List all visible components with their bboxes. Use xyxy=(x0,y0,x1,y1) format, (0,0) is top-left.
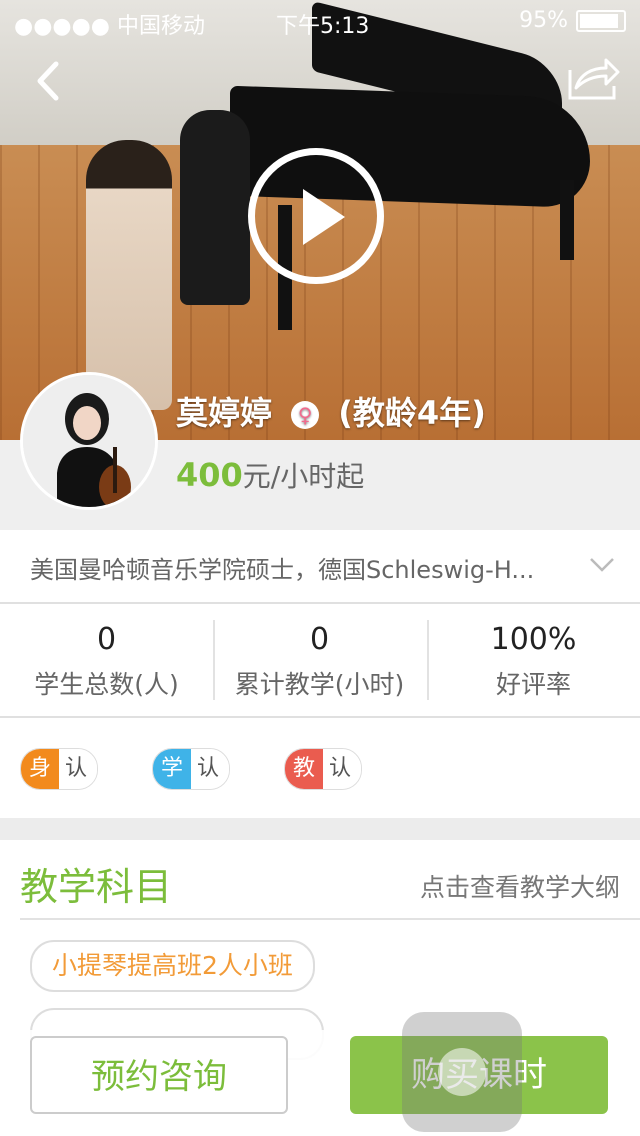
identity-badge: 身份 认证 xyxy=(20,748,99,790)
clock: 下午5:13 xyxy=(276,14,370,39)
share-icon[interactable] xyxy=(566,54,620,102)
stat-value: 0 xyxy=(309,622,330,657)
status-right: 95% xyxy=(519,8,626,33)
stat-value: 100% xyxy=(490,622,577,657)
violinist-figure xyxy=(86,140,172,410)
bio-row[interactable]: 美国曼哈顿音乐学院硕士，德国Schleswig-H... xyxy=(0,530,640,604)
section-gap xyxy=(0,818,640,840)
assistive-touch-icon[interactable] xyxy=(402,1012,522,1132)
female-icon: ♀ xyxy=(291,401,320,429)
subjects-title: 教学科目 xyxy=(20,865,173,909)
bio-text: 美国曼哈顿音乐学院硕士，德国Schleswig-H... xyxy=(30,556,535,584)
teacher-name-row: 莫婷婷 ♀ (教龄4年) xyxy=(176,388,486,434)
teacher-cert-badge: 教师资格 认证 xyxy=(284,748,363,790)
teaching-years: (教龄4年) xyxy=(338,394,486,432)
pianist-figure xyxy=(180,110,250,305)
stat-rating: 100% 好评率 xyxy=(427,606,640,716)
stat-label: 累计教学(小时) xyxy=(234,670,405,699)
badge-tag: 身份 xyxy=(21,749,60,789)
badge-status: 认证 xyxy=(59,749,98,789)
bottom-action-bar: 预约咨询 购买课时 xyxy=(0,1030,640,1136)
chevron-down-icon[interactable] xyxy=(588,550,616,578)
back-icon[interactable] xyxy=(28,58,74,104)
battery-icon xyxy=(576,9,626,32)
badge-status: 认证 xyxy=(191,749,230,789)
stat-hours: 0 累计教学(小时) xyxy=(213,606,426,716)
price-value: 400 xyxy=(176,456,243,494)
avatar-portrait xyxy=(23,375,155,507)
consult-button[interactable]: 预约咨询 xyxy=(30,1036,288,1114)
teacher-name: 莫婷婷 xyxy=(176,394,273,432)
divider xyxy=(20,918,640,920)
price-unit: 元/小时起 xyxy=(242,460,365,493)
carrier-label: ●●●●● 中国移动 xyxy=(14,14,205,39)
play-icon[interactable] xyxy=(248,148,384,284)
stats-row: 0 学生总数(人) 0 累计教学(小时) 100% 好评率 xyxy=(0,606,640,718)
stat-label: 学生总数(人) xyxy=(34,670,179,699)
subject-chip[interactable]: 小提琴提高班2人小班 xyxy=(30,940,315,992)
badge-tag: 学历 xyxy=(153,749,192,789)
stat-label: 好评率 xyxy=(495,670,571,699)
battery-percent: 95% xyxy=(519,8,568,33)
avatar xyxy=(20,372,158,510)
status-bar: ●●●●● 中国移动 下午5:13 95% xyxy=(0,0,640,40)
education-badge: 学历 认证 xyxy=(152,748,231,790)
badge-status: 认证 xyxy=(323,749,362,789)
stat-value: 0 xyxy=(96,622,117,657)
syllabus-link[interactable]: 点击查看教学大纲 xyxy=(420,868,620,904)
piano-leg xyxy=(560,180,574,260)
stat-students: 0 学生总数(人) xyxy=(0,606,213,716)
badge-tag: 教师资格 xyxy=(285,749,324,789)
price: 400元/小时起 xyxy=(176,455,364,495)
